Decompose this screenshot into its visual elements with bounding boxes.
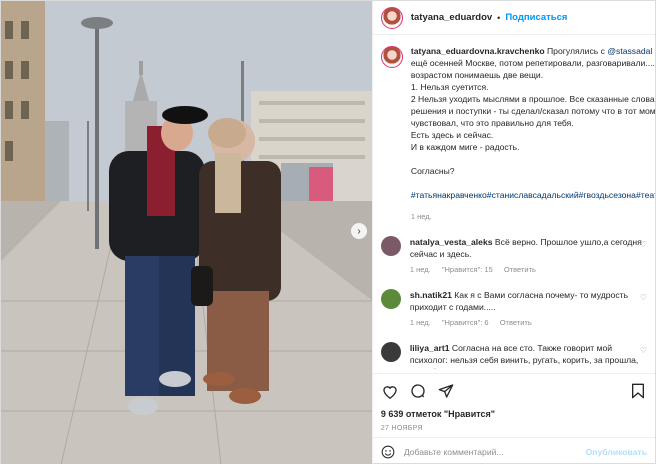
avatar[interactable] [380, 6, 403, 29]
comment-icon[interactable] [409, 382, 427, 400]
comment-heart-icon[interactable]: ♡ [640, 240, 647, 249]
caption-time[interactable]: 1 нед. [411, 211, 655, 223]
heart-icon[interactable] [381, 382, 399, 400]
comment-item: natalya_vesta_aleks Всё верно. Прошлое у… [380, 236, 647, 276]
smile-icon[interactable] [381, 445, 395, 459]
avatar[interactable] [380, 342, 401, 362]
share-icon[interactable] [437, 382, 455, 400]
post-photo[interactable]: › [1, 1, 372, 464]
chevron-right-icon[interactable]: › [351, 223, 367, 239]
avatar[interactable] [380, 289, 401, 309]
caption-line-1: 1. Нельзя суетится. [410, 82, 489, 92]
comment-item: sh.natik21 Как я с Вами согласна почему-… [380, 289, 647, 329]
avatar[interactable] [380, 46, 403, 68]
caption-mention[interactable]: @stassadal [607, 46, 652, 56]
comment-likes[interactable]: "Нравится": 6 [442, 318, 489, 327]
likes-count[interactable]: 9 639 отметок "Нравится" [381, 409, 647, 419]
caption-intro: Прогулялись с [547, 46, 605, 56]
caption-question: Согласны? [410, 166, 455, 176]
reply-button[interactable]: Ответить [500, 318, 532, 327]
reply-button[interactable]: Ответить [504, 265, 536, 274]
author-username[interactable]: tatyana_eduardov [411, 12, 492, 23]
caption-hashtags[interactable]: #татьянакравченко#станиславсадальский#гв… [411, 189, 655, 201]
avatar[interactable] [380, 236, 401, 256]
caption-line-3: Есть здесь и сейчас. [410, 130, 494, 140]
comment-likes[interactable]: "Нравится": 15 [442, 265, 493, 274]
comment-heart-icon[interactable]: ♡ [640, 346, 647, 355]
comment-time[interactable]: 1 нед. [410, 318, 431, 327]
comment-username[interactable]: sh.natik21 [410, 290, 452, 300]
add-comment-bar: Опубликовать [372, 437, 655, 464]
post-details-panel: tatyana_eduardov • Подписаться tatyana_e… [371, 1, 655, 464]
comment-item: liliya_art1 Согласна на все сто. Также г… [380, 342, 647, 369]
comment-username[interactable]: liliya_art1 [410, 343, 450, 353]
comments-list[interactable]: tatyana_eduardovna.kravchenko Прогулялис… [373, 36, 655, 369]
comment-username[interactable]: natalya_vesta_aleks [410, 237, 493, 247]
comment-heart-icon[interactable]: ♡ [640, 293, 647, 302]
caption-line-2: 2 Нельзя уходить мыслями в прошлое. Все … [410, 94, 655, 128]
post-actions: 9 639 отметок "Нравится" 27 НОЯБРЯ [372, 373, 655, 432]
post-header: tatyana_eduardov • Подписаться [372, 1, 655, 35]
instagram-post: › tatyana_eduardov • Подписаться tatyana… [0, 0, 656, 464]
publish-button[interactable]: Опубликовать [586, 447, 647, 457]
comment-time[interactable]: 1 нед. [410, 265, 431, 274]
separator-dot: • [497, 12, 501, 23]
follow-button[interactable]: Подписаться [505, 12, 567, 23]
street-scene-image [1, 1, 372, 464]
bookmark-icon[interactable] [629, 382, 647, 400]
post-caption: tatyana_eduardovna.kravchenko Прогулялис… [380, 45, 655, 223]
comment-input[interactable] [403, 446, 586, 457]
caption-line-4: И в каждом миге - радость. [410, 142, 520, 152]
caption-username[interactable]: tatyana_eduardovna.kravchenko [411, 46, 545, 56]
post-date[interactable]: 27 НОЯБРЯ [381, 425, 647, 432]
